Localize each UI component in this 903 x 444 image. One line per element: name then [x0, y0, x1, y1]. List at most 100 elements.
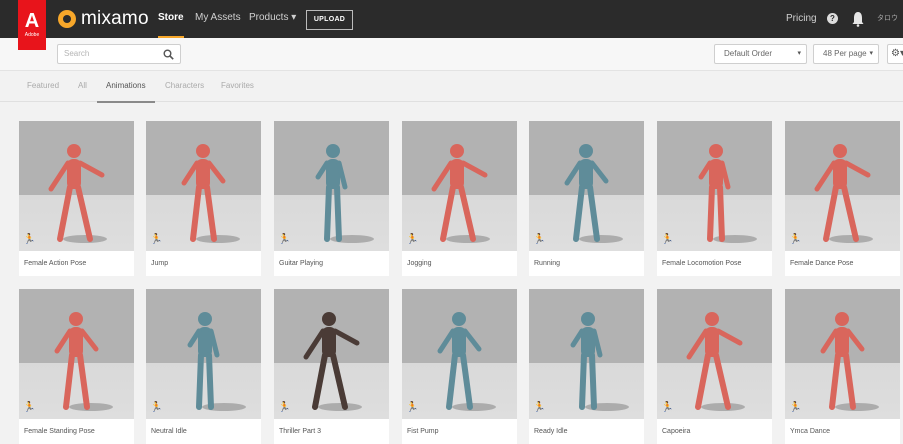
category-tabs: Featured All Animations Characters Favor…: [0, 71, 903, 103]
chevron-down-icon: ▾: [869, 50, 873, 57]
nav-store[interactable]: Store: [158, 0, 184, 38]
animation-icon: 🏃: [150, 402, 163, 413]
animation-icon: 🏃: [661, 402, 674, 413]
animation-card[interactable]: 🏃 Female Locomotion Pose: [657, 121, 772, 276]
tab-featured[interactable]: Featured: [27, 71, 59, 101]
animation-card[interactable]: 🏃 Ymca Dance: [785, 289, 900, 444]
animation-card[interactable]: 🏃 Fist Pump: [402, 289, 517, 444]
animation-title[interactable]: Guitar Playing: [279, 251, 389, 276]
character-figure: [48, 144, 107, 243]
animation-card[interactable]: 🏃 Female Dance Pose: [785, 121, 900, 276]
animation-card[interactable]: 🏃 Capoeira: [657, 289, 772, 444]
character-figure: [437, 312, 496, 411]
character-figure: [54, 312, 113, 411]
animation-icon: 🏃: [406, 402, 419, 413]
mixamo-logo[interactable]: mixamo: [58, 8, 149, 30]
animation-thumbnail[interactable]: 🏃: [274, 121, 389, 251]
animation-card[interactable]: 🏃 Running: [529, 121, 644, 276]
sort-order-select[interactable]: Default Order ▾: [714, 44, 807, 64]
sort-order-value: Default Order: [724, 49, 773, 58]
animation-thumbnail[interactable]: 🏃: [19, 121, 134, 251]
nav-my-assets[interactable]: My Assets: [195, 0, 241, 38]
animation-thumbnail[interactable]: 🏃: [146, 121, 261, 251]
animation-card[interactable]: 🏃 Thriller Part 3: [274, 289, 389, 444]
top-navigation-bar: A Adobe mixamo Store My Assets Products …: [0, 0, 903, 50]
character-figure: [187, 312, 246, 411]
animation-title[interactable]: Jump: [151, 251, 261, 276]
animation-title[interactable]: Neutral Idle: [151, 419, 261, 444]
animation-icon: 🏃: [789, 234, 802, 245]
animation-title[interactable]: Fist Pump: [407, 419, 517, 444]
animation-thumbnail[interactable]: 🏃: [785, 121, 900, 251]
animation-card[interactable]: 🏃 Jump: [146, 121, 261, 276]
animation-title[interactable]: Female Dance Pose: [790, 251, 900, 276]
search-placeholder: Search: [64, 49, 90, 58]
help-icon[interactable]: ?: [827, 13, 838, 24]
animation-thumbnail[interactable]: 🏃: [657, 121, 772, 251]
animation-thumbnail[interactable]: 🏃: [529, 121, 644, 251]
search-input[interactable]: Search: [57, 44, 181, 64]
animation-thumbnail[interactable]: 🏃: [146, 289, 261, 419]
animation-title[interactable]: Running: [534, 251, 644, 276]
tab-animations[interactable]: Animations: [97, 71, 155, 103]
pricing-link[interactable]: Pricing: [786, 0, 817, 38]
animation-card[interactable]: 🏃 Female Action Pose: [19, 121, 134, 276]
gear-icon[interactable]: ⚙▾: [887, 44, 903, 64]
animation-title[interactable]: Capoeira: [662, 419, 772, 444]
mixamo-logo-icon: [58, 10, 76, 28]
character-figure: [820, 312, 879, 411]
animation-title[interactable]: Female Standing Pose: [24, 419, 134, 444]
animation-title[interactable]: Jogging: [407, 251, 517, 276]
animation-thumbnail[interactable]: 🏃: [274, 289, 389, 419]
brand-name: mixamo: [81, 8, 149, 29]
search-toolbar: Search Default Order ▾ 48 Per page ▾ ⚙▾: [0, 38, 903, 71]
animation-card[interactable]: 🏃 Jogging: [402, 121, 517, 276]
character-figure: [686, 312, 745, 411]
upload-button[interactable]: UPLOAD: [306, 10, 353, 30]
animation-thumbnail[interactable]: 🏃: [402, 121, 517, 251]
animation-icon: 🏃: [278, 402, 291, 413]
per-page-value: 48 Per page: [823, 49, 867, 58]
tab-characters[interactable]: Characters: [165, 71, 204, 101]
user-menu[interactable]: タロウ: [877, 0, 898, 38]
nav-products[interactable]: Products ▾: [249, 0, 296, 38]
animation-thumbnail[interactable]: 🏃: [657, 289, 772, 419]
animation-icon: 🏃: [789, 402, 802, 413]
animation-thumbnail[interactable]: 🏃: [529, 289, 644, 419]
animation-icon: 🏃: [23, 402, 36, 413]
bell-icon[interactable]: [851, 11, 865, 27]
character-figure: [698, 144, 757, 243]
character-figure: [315, 144, 374, 243]
animation-card[interactable]: 🏃 Neutral Idle: [146, 289, 261, 444]
animation-thumbnail[interactable]: 🏃: [785, 289, 900, 419]
character-figure: [303, 312, 362, 411]
per-page-select[interactable]: 48 Per page ▾: [813, 44, 879, 64]
animation-card[interactable]: 🏃 Ready Idle: [529, 289, 644, 444]
animation-title[interactable]: Ymca Dance: [790, 419, 900, 444]
character-figure: [431, 144, 490, 243]
animation-title[interactable]: Female Action Pose: [24, 251, 134, 276]
animation-card[interactable]: 🏃 Female Standing Pose: [19, 289, 134, 444]
tab-favorites[interactable]: Favorites: [221, 71, 254, 101]
tab-all[interactable]: All: [78, 71, 87, 101]
animation-card[interactable]: 🏃 Guitar Playing: [274, 121, 389, 276]
animation-icon: 🏃: [533, 234, 546, 245]
search-icon[interactable]: [163, 49, 174, 60]
character-figure: [814, 144, 873, 243]
animation-icon: 🏃: [150, 234, 163, 245]
animation-icon: 🏃: [406, 234, 419, 245]
animation-icon: 🏃: [278, 234, 291, 245]
animation-thumbnail[interactable]: 🏃: [402, 289, 517, 419]
character-figure: [564, 144, 623, 243]
animation-title[interactable]: Ready Idle: [534, 419, 644, 444]
animation-icon: 🏃: [23, 234, 36, 245]
animation-icon: 🏃: [533, 402, 546, 413]
adobe-logo[interactable]: A Adobe: [18, 0, 46, 50]
animation-title[interactable]: Female Locomotion Pose: [662, 251, 772, 276]
character-figure: [570, 312, 629, 411]
character-figure: [181, 144, 240, 243]
adobe-logo-mark: A: [24, 10, 40, 32]
animation-title[interactable]: Thriller Part 3: [279, 419, 389, 444]
animation-thumbnail[interactable]: 🏃: [19, 289, 134, 419]
adobe-logo-text: Adobe: [24, 32, 40, 38]
